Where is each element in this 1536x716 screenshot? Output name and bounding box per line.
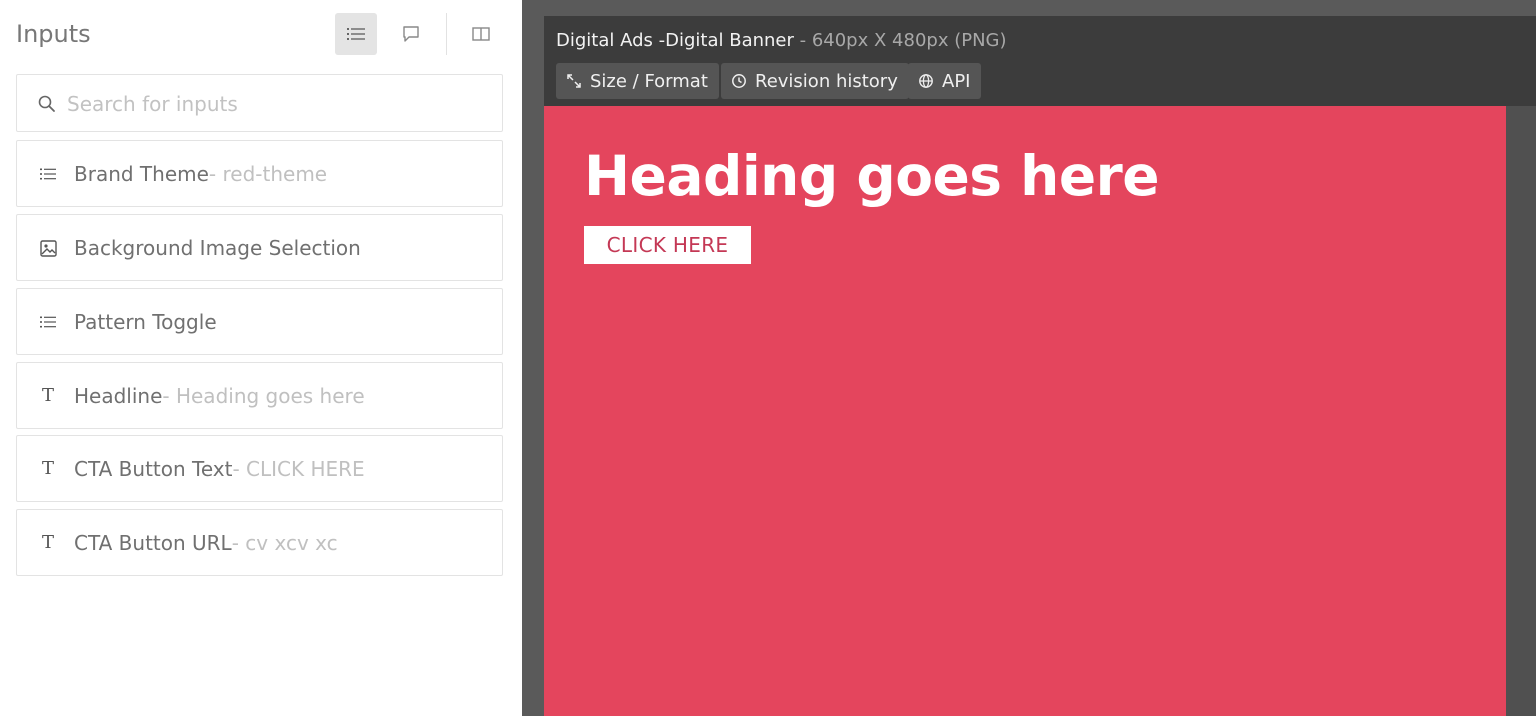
globe-icon xyxy=(919,74,933,88)
banner-cta-button[interactable]: CLICK HERE xyxy=(584,226,751,264)
search-input[interactable] xyxy=(67,87,487,121)
clock-icon xyxy=(732,74,746,88)
input-item-label: Headline xyxy=(74,383,163,408)
input-item-cta-button-text[interactable]: T CTA Button Text - CLICK HERE xyxy=(16,435,503,502)
text-icon: T xyxy=(41,458,54,479)
comment-icon xyxy=(403,26,419,42)
input-item-label: CTA Button URL xyxy=(74,530,232,555)
search-icon xyxy=(38,95,55,112)
editor-frame: Digital Ads -Digital Banner - 640px X 48… xyxy=(544,16,1536,716)
revision-history-button[interactable]: Revision history xyxy=(721,63,909,99)
size-format-button[interactable]: Size / Format xyxy=(556,63,719,99)
list-icon xyxy=(39,165,57,183)
split-view-button[interactable] xyxy=(460,13,502,55)
toolbar-divider xyxy=(446,13,447,55)
revision-history-label: Revision history xyxy=(755,70,898,92)
input-item-headline[interactable]: T Headline - Heading goes here xyxy=(16,362,503,429)
list-view-button[interactable] xyxy=(335,13,377,55)
input-item-pattern-toggle[interactable]: Pattern Toggle xyxy=(16,288,503,355)
input-item-label: Background Image Selection xyxy=(74,235,361,260)
resize-icon xyxy=(567,74,581,88)
list-icon xyxy=(39,313,57,331)
document-meta: - 640px X 480px (PNG) xyxy=(793,30,1007,51)
input-item-value: - Heading goes here xyxy=(162,383,365,408)
split-panel-icon xyxy=(472,27,490,41)
search-box xyxy=(16,74,503,132)
input-item-cta-button-url[interactable]: T CTA Button URL - cv xcv xc xyxy=(16,509,503,576)
input-item-label: Brand Theme xyxy=(74,161,209,186)
text-icon: T xyxy=(41,385,54,406)
input-item-value: - CLICK HERE xyxy=(232,456,365,481)
editor-area: Digital Ads -Digital Banner - 640px X 48… xyxy=(522,0,1536,716)
input-item-background-image[interactable]: Background Image Selection xyxy=(16,214,503,281)
text-icon: T xyxy=(41,532,54,553)
input-item-label: CTA Button Text xyxy=(74,456,233,481)
size-format-label: Size / Format xyxy=(590,70,708,92)
input-item-value: - cv xcv xc xyxy=(231,530,338,555)
api-label: API xyxy=(942,70,971,92)
canvas-area: Heading goes here CLICK HERE xyxy=(544,106,1536,716)
input-item-label: Pattern Toggle xyxy=(74,309,217,334)
document-name: Digital Ads -Digital Banner xyxy=(556,30,794,51)
list-icon xyxy=(347,28,365,40)
document-title: Digital Ads -Digital Banner - 640px X 48… xyxy=(556,30,1007,51)
panel-title: Inputs xyxy=(16,20,91,48)
input-item-brand-theme[interactable]: Brand Theme - red-theme xyxy=(16,140,503,207)
inputs-panel: Inputs Search for inputs Brand Theme - r… xyxy=(0,0,522,716)
api-button[interactable]: API xyxy=(908,63,982,99)
banner-preview[interactable]: Heading goes here CLICK HERE xyxy=(544,106,1506,716)
banner-heading: Heading goes here xyxy=(584,144,1160,208)
image-icon xyxy=(39,239,57,257)
input-item-value: - red-theme xyxy=(208,161,328,186)
comments-button[interactable] xyxy=(390,13,432,55)
